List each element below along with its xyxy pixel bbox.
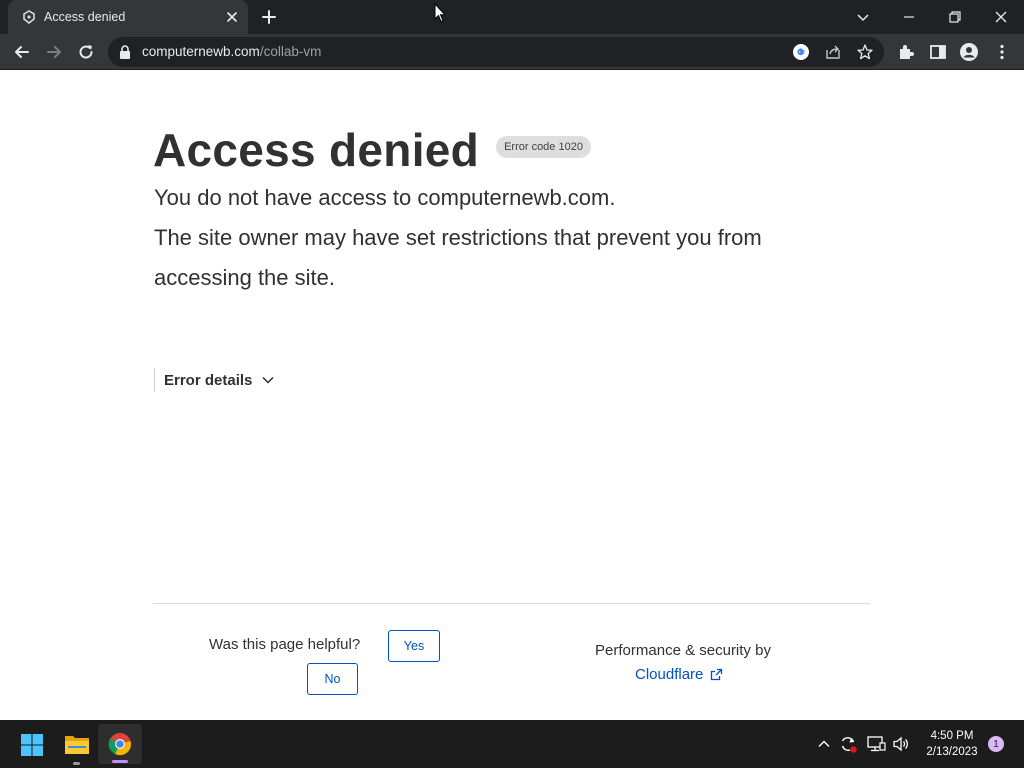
notification-count-badge[interactable]: 1 — [988, 736, 1004, 752]
footer-divider — [153, 603, 870, 604]
volume-icon[interactable] — [891, 734, 911, 754]
error-details-label: Error details — [164, 371, 253, 389]
url-text[interactable]: computernewb.com/collab-vm — [142, 44, 321, 59]
error-details-toggle[interactable]: Error details — [154, 368, 275, 392]
access-description: You do not have access to computernewb.c… — [154, 185, 616, 210]
url-path: /collab-vm — [259, 44, 322, 59]
file-explorer-icon[interactable] — [64, 732, 90, 756]
mouse-cursor-icon — [434, 3, 446, 23]
external-link-icon — [711, 668, 723, 681]
kebab-menu-icon[interactable] — [992, 42, 1012, 62]
cloudflare-link[interactable]: Cloudflare — [635, 666, 723, 683]
close-tab-icon[interactable] — [224, 9, 240, 25]
chrome-taskbar-button[interactable] — [98, 724, 142, 764]
feedback-yes-button[interactable]: Yes — [388, 630, 440, 662]
forward-arrow-icon[interactable] — [44, 42, 64, 62]
extensions-puzzle-icon[interactable] — [896, 42, 916, 62]
clock-date: 2/13/2023 — [926, 746, 978, 758]
tab-search-chevron-icon[interactable] — [854, 8, 872, 26]
explorer-running-indicator — [73, 762, 80, 765]
performance-security-text: Performance & security by — [595, 642, 771, 659]
browser-toolbar: computernewb.com/collab-vm — [0, 34, 1024, 70]
share-icon[interactable] — [824, 43, 842, 61]
network-icon[interactable] — [866, 734, 886, 754]
chevron-down-icon — [262, 376, 274, 384]
profile-avatar-icon[interactable] — [959, 42, 979, 62]
feedback-no-button[interactable]: No — [307, 663, 358, 695]
close-window-icon[interactable] — [992, 8, 1010, 26]
bookmark-star-icon[interactable] — [856, 43, 874, 61]
cloudflare-link-label: Cloudflare — [635, 666, 704, 683]
minimize-window-icon[interactable] — [900, 8, 918, 26]
windows-start-icon[interactable] — [20, 733, 44, 757]
tab-title: Access denied — [44, 10, 126, 24]
page-content: Access denied Error code 1020 You do not … — [0, 71, 1024, 720]
google-translate-icon[interactable] — [792, 43, 810, 61]
restore-window-icon[interactable] — [946, 8, 964, 26]
system-clock[interactable]: 4:50 PM 2/13/2023 — [918, 728, 986, 760]
page-title: Access denied — [153, 124, 480, 176]
new-tab-icon[interactable] — [260, 8, 278, 26]
browser-tab-active[interactable]: Access denied — [8, 0, 248, 34]
windows-taskbar: 4:50 PM 2/13/2023 1 — [0, 720, 1024, 768]
url-domain: computernewb.com — [142, 44, 260, 59]
sync-warning-icon[interactable] — [838, 734, 858, 754]
chrome-active-indicator — [112, 760, 128, 763]
chrome-icon — [108, 733, 131, 756]
reload-icon[interactable] — [76, 42, 96, 62]
back-arrow-icon[interactable] — [12, 42, 32, 62]
address-bar[interactable]: computernewb.com/collab-vm — [108, 37, 884, 67]
feedback-question: Was this page helpful? — [209, 636, 361, 653]
restriction-description: The site owner may have set restrictions… — [154, 225, 762, 290]
browser-tabstrip: Access denied — [0, 0, 1024, 34]
lock-icon[interactable] — [119, 45, 131, 59]
tab-favicon-icon — [23, 10, 35, 25]
chevron-up-icon[interactable] — [817, 737, 831, 751]
heading-row: Access denied Error code 1020 — [153, 123, 591, 177]
clock-time: 4:50 PM — [930, 730, 974, 742]
error-code-badge: Error code 1020 — [496, 136, 591, 158]
side-panel-icon[interactable] — [928, 42, 948, 62]
